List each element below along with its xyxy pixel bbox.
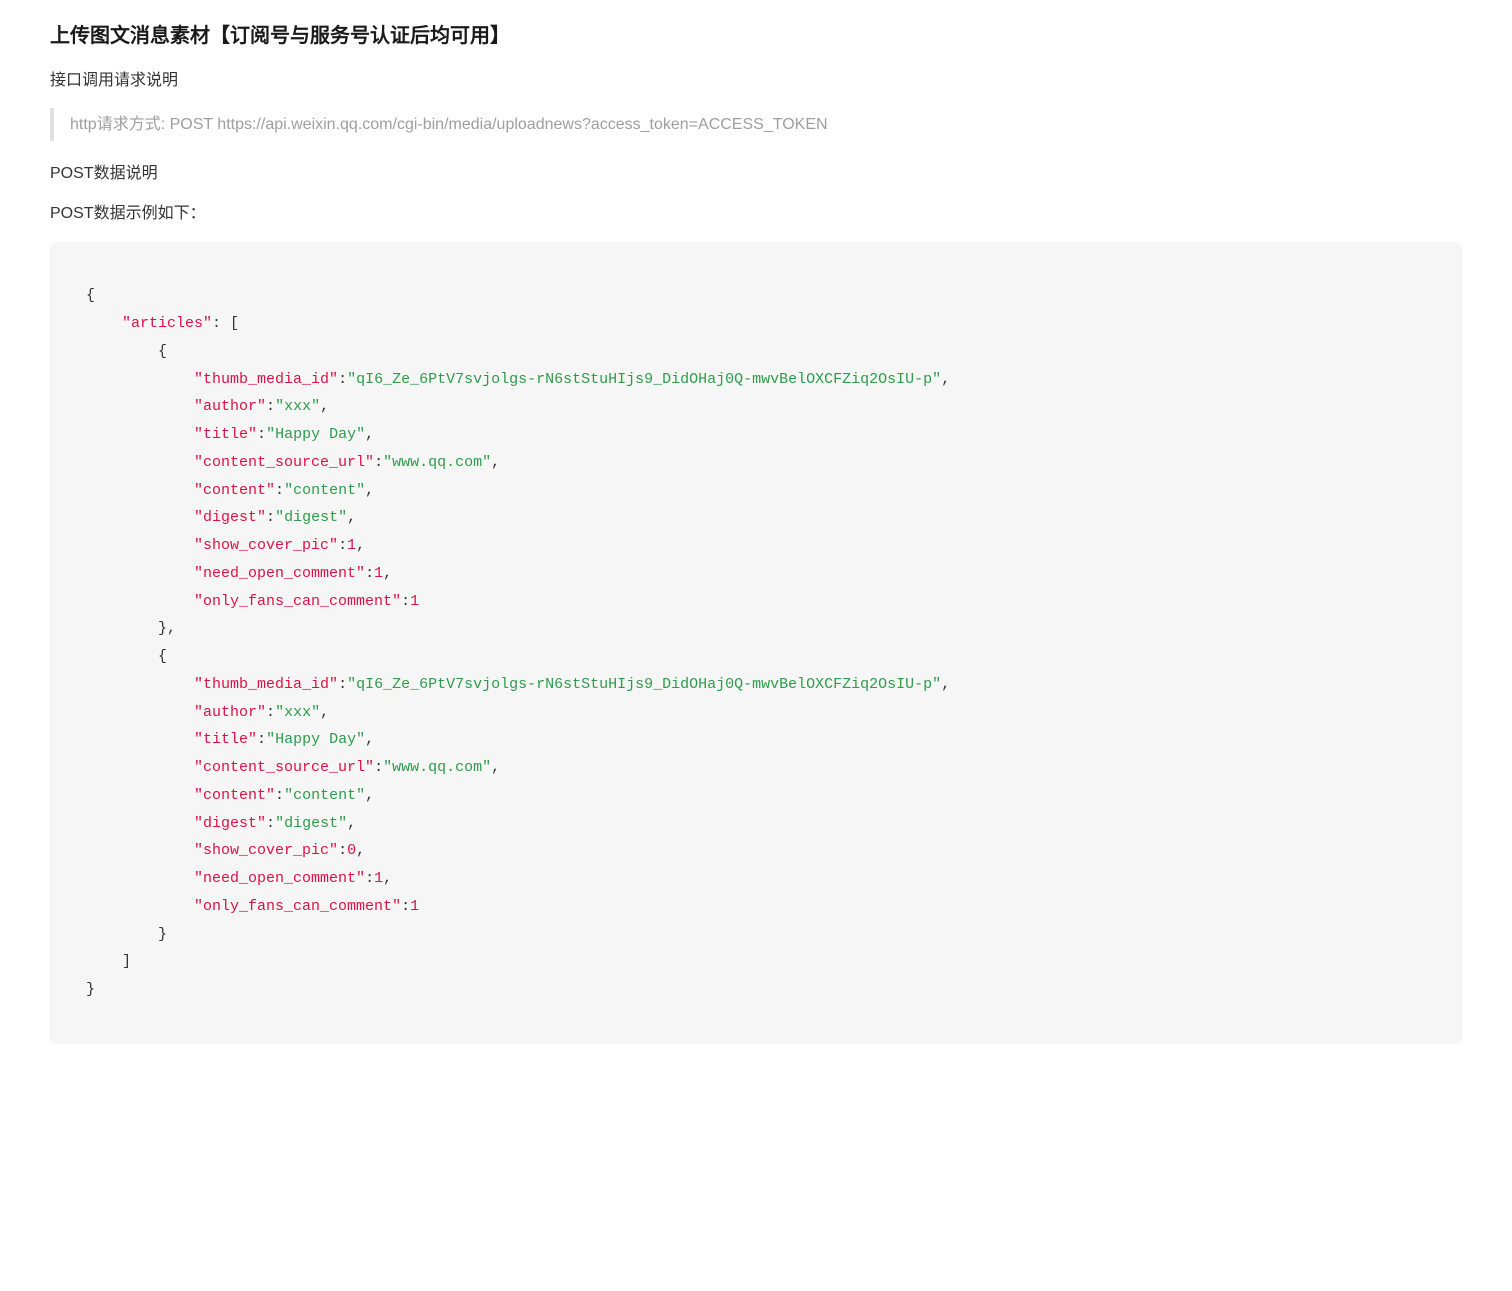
- post-desc-paragraph: POST数据说明: [50, 161, 1462, 187]
- json-code: { "articles": [ { "thumb_media_id":"qI6_…: [86, 282, 1426, 1004]
- http-request-text: http请求方式: POST https://api.weixin.qq.com…: [70, 116, 828, 133]
- json-code-block: { "articles": [ { "thumb_media_id":"qI6_…: [50, 242, 1462, 1044]
- post-example-label: POST数据示例如下：: [50, 201, 1462, 227]
- http-request-quote: http请求方式: POST https://api.weixin.qq.com…: [50, 108, 1462, 142]
- section-heading: 上传图文消息素材【订阅号与服务号认证后均可用】: [50, 20, 1462, 52]
- intro-paragraph: 接口调用请求说明: [50, 68, 1462, 94]
